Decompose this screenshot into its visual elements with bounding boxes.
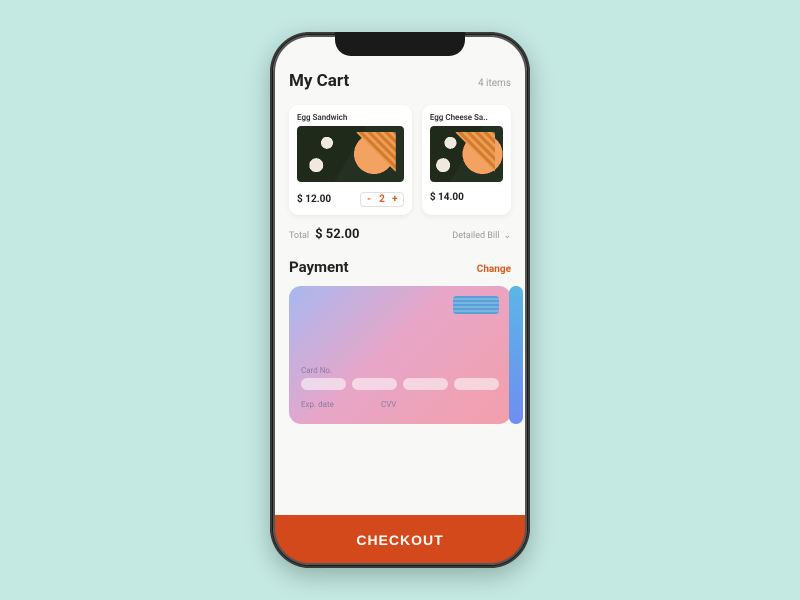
cart-item[interactable]: Egg Cheese Sa.. $ 14.00: [422, 105, 511, 215]
cart-header: My Cart 4 items: [289, 71, 511, 91]
payment-header: Payment Change: [289, 258, 511, 276]
item-price: $ 14.00: [430, 192, 464, 203]
detailed-bill-label: Detailed Bill: [452, 231, 499, 241]
total-value: $ 52.00: [315, 227, 359, 242]
credit-card-form[interactable]: Card No. Exp. date: [289, 286, 511, 424]
minus-icon[interactable]: -: [365, 195, 373, 205]
page-title: My Cart: [289, 71, 349, 91]
payment-title: Payment: [289, 258, 349, 276]
detailed-bill-toggle[interactable]: Detailed Bill ⌄: [452, 231, 511, 241]
change-link[interactable]: Change: [477, 264, 511, 275]
app-screen: My Cart 4 items Egg Sandwich $ 12.00 - 2…: [273, 35, 527, 565]
quantity-stepper[interactable]: - 2 +: [360, 192, 404, 207]
cart-item[interactable]: Egg Sandwich $ 12.00 - 2 +: [289, 105, 412, 215]
payment-cards: Card No. Exp. date: [289, 286, 511, 424]
cvv-label: CVV: [381, 400, 431, 409]
chevron-down-icon: ⌄: [503, 231, 511, 241]
notch: [335, 32, 465, 56]
item-price: $ 12.00: [297, 194, 331, 205]
total-row: Total $ 52.00 Detailed Bill ⌄: [289, 227, 511, 242]
item-footer: $ 14.00: [430, 192, 503, 203]
cart-items-row[interactable]: Egg Sandwich $ 12.00 - 2 + Egg Cheese Sa…: [289, 105, 511, 215]
card-number-field-2[interactable]: [352, 378, 397, 390]
items-count: 4 items: [478, 78, 511, 89]
plus-icon[interactable]: +: [391, 195, 399, 205]
total-label: Total: [289, 231, 309, 241]
item-name: Egg Sandwich: [297, 113, 404, 122]
card-number-field-1[interactable]: [301, 378, 346, 390]
item-name: Egg Cheese Sa..: [430, 113, 503, 122]
card-brand-icon: [453, 296, 499, 314]
card-number-field-4[interactable]: [454, 378, 499, 390]
exp-label: Exp. date: [301, 400, 351, 409]
phone-frame: My Cart 4 items Egg Sandwich $ 12.00 - 2…: [270, 32, 530, 568]
next-card-peek[interactable]: [509, 286, 523, 424]
card-number-field-3[interactable]: [403, 378, 448, 390]
item-image: [297, 126, 404, 182]
content-area: My Cart 4 items Egg Sandwich $ 12.00 - 2…: [273, 35, 527, 515]
card-no-label: Card No.: [301, 366, 499, 375]
checkout-button[interactable]: CHECKOUT: [273, 515, 527, 565]
quantity-value: 2: [379, 194, 385, 205]
item-image: [430, 126, 503, 182]
item-footer: $ 12.00 - 2 +: [297, 192, 404, 207]
